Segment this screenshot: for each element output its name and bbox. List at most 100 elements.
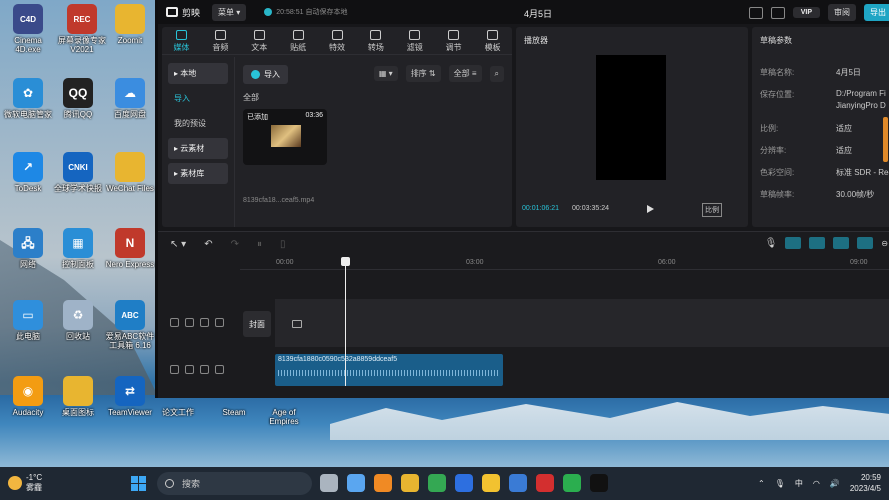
desktop-icon-label: 论文工作 bbox=[162, 408, 194, 417]
desktop-icon[interactable]: ⚙Steam bbox=[208, 408, 260, 417]
nav-local[interactable]: ▸ 本地 bbox=[168, 63, 228, 84]
preview-axis-icon[interactable] bbox=[833, 237, 850, 249]
review-button[interactable]: 审阅 bbox=[828, 4, 856, 21]
delete-icon[interactable]: ▯ bbox=[280, 239, 286, 250]
volume-icon[interactable]: 🔊 bbox=[830, 479, 840, 488]
folder-taskbar-icon[interactable] bbox=[401, 474, 419, 492]
lightbulb-icon[interactable] bbox=[347, 474, 365, 492]
desktop-icon[interactable]: C4D Cinema 4D.exe bbox=[2, 4, 54, 54]
layout-icon[interactable] bbox=[770, 6, 785, 19]
k-app-icon[interactable] bbox=[455, 474, 473, 492]
track-cover-icon[interactable] bbox=[170, 318, 179, 327]
undo-icon[interactable]: ↶ bbox=[204, 239, 212, 250]
audio-clip[interactable]: 8139cfa1880c0590c532a8859ddceaf5 bbox=[275, 354, 503, 386]
desktop-icon[interactable]: REC 屏幕录像专家 V2021 bbox=[56, 4, 108, 54]
desktop-icon[interactable]: 🖧 网络 bbox=[2, 228, 54, 269]
chevron-up-icon[interactable]: ⌃ bbox=[758, 479, 765, 488]
search-icon[interactable]: ⌕ bbox=[489, 65, 504, 82]
preview-screen[interactable] bbox=[596, 55, 666, 180]
menu-button[interactable]: 菜单 ▾ bbox=[212, 3, 247, 21]
desktop-icon[interactable]: ◉ Audacity bbox=[2, 376, 54, 417]
desktop-icon[interactable]: ▭ 此电脑 bbox=[2, 300, 54, 341]
desktop-icon[interactable]: WeChat Files bbox=[104, 152, 156, 193]
tool-text[interactable]: 文本 bbox=[240, 27, 279, 53]
wechat-icon[interactable] bbox=[563, 474, 581, 492]
audio-link-icon[interactable] bbox=[857, 237, 874, 249]
nav-import[interactable]: 导入 bbox=[168, 88, 228, 109]
desktop-icon[interactable]: ✿ 微软电脑管家 bbox=[2, 78, 54, 119]
taskbar-search[interactable]: 搜索 bbox=[157, 472, 312, 495]
desktop-icon[interactable]: ▦ 控制面板 bbox=[52, 228, 104, 269]
split-icon[interactable]: ⏸ bbox=[257, 239, 262, 250]
params-scrollbar[interactable] bbox=[883, 117, 888, 162]
search-icon bbox=[165, 479, 174, 488]
export-button[interactable]: 导出 bbox=[864, 4, 889, 21]
lock-icon[interactable] bbox=[185, 365, 194, 374]
weather-widget[interactable]: -1°C 雾霾 bbox=[8, 473, 42, 493]
eye-icon[interactable] bbox=[200, 365, 209, 374]
desktop-icon[interactable]: Zoomit bbox=[104, 4, 156, 45]
file-explorer-icon[interactable] bbox=[320, 474, 338, 492]
audio-track-icon[interactable] bbox=[170, 365, 179, 374]
desktop-icon[interactable]: ♻ 回收站 bbox=[52, 300, 104, 341]
desktop-icon[interactable]: CNKI 全球学术快报 bbox=[52, 152, 104, 193]
nav-library[interactable]: ▸ 素材库 bbox=[168, 163, 228, 184]
desktop-icon[interactable]: ↗ ToDesk bbox=[2, 152, 54, 193]
media-sidebar: ▸ 本地 导入 我的预设 ▸ 云素材 ▸ 素材库 bbox=[168, 63, 228, 188]
windows-start-icon[interactable] bbox=[131, 476, 146, 491]
nav-cloud[interactable]: ▸ 云素材 bbox=[168, 138, 228, 159]
nav-presets[interactable]: 我的预设 bbox=[168, 113, 228, 134]
desktop-icon[interactable]: ABC 爱易ABC软件工具箱 6.16 bbox=[104, 300, 156, 350]
playhead[interactable] bbox=[341, 257, 350, 386]
zoom-out-icon[interactable]: ⊖ bbox=[881, 239, 888, 248]
speaker-icon[interactable] bbox=[215, 318, 224, 327]
select-cursor-icon[interactable]: ↖ ▾ bbox=[170, 239, 186, 250]
tool-effects[interactable]: 特效 bbox=[318, 27, 357, 53]
record-icon[interactable] bbox=[536, 474, 554, 492]
ratio-button[interactable]: 比例 bbox=[702, 203, 722, 217]
microphone-icon[interactable]: 🎙 bbox=[765, 238, 778, 249]
ime-indicator[interactable]: 中 bbox=[795, 478, 803, 489]
microphone-tray-icon[interactable]: 🎙 bbox=[775, 479, 785, 488]
capcut-icon[interactable] bbox=[590, 474, 608, 492]
tool-media[interactable]: 媒体 bbox=[162, 27, 201, 53]
tool-filter[interactable]: 滤镜 bbox=[395, 27, 434, 53]
desktop-icon[interactable]: ⚔Age of Empires bbox=[258, 408, 310, 426]
chrome-icon[interactable] bbox=[428, 474, 446, 492]
main-video-track[interactable] bbox=[275, 299, 889, 347]
wifi-icon[interactable]: ◠ bbox=[813, 479, 820, 488]
tool-adjust[interactable]: 调节 bbox=[434, 27, 473, 53]
cover-button[interactable]: 封面 bbox=[243, 311, 271, 337]
desktop-icon[interactable]: 论文工作 bbox=[152, 408, 204, 417]
import-button[interactable]: 导入 bbox=[243, 65, 288, 84]
desktop-icon[interactable]: 桌面图标 bbox=[52, 376, 104, 417]
redo-icon[interactable]: ↷ bbox=[231, 239, 239, 250]
vip-button[interactable]: VIP bbox=[792, 7, 820, 18]
tool-audio[interactable]: 音频 bbox=[201, 27, 240, 53]
time-ruler[interactable]: 00:00 03:00 06:00 09:00 bbox=[240, 258, 889, 270]
tool-template[interactable]: 模板 bbox=[473, 27, 512, 53]
play-icon[interactable] bbox=[647, 205, 654, 213]
sticky-notes-icon[interactable] bbox=[482, 474, 500, 492]
tool-sticker[interactable]: 贴纸 bbox=[279, 27, 318, 53]
desktop-icon[interactable]: N Nero Express bbox=[104, 228, 156, 269]
app-store-icon[interactable] bbox=[509, 474, 527, 492]
magnet-snap-icon[interactable] bbox=[785, 237, 802, 249]
tool-transition[interactable]: 转场 bbox=[356, 27, 395, 53]
desktop-icon[interactable]: ⇄ TeamViewer bbox=[104, 376, 156, 417]
speaker-icon[interactable] bbox=[215, 365, 224, 374]
clock[interactable]: 20:59 2023/4/5 bbox=[850, 472, 881, 494]
lock-icon[interactable] bbox=[185, 318, 194, 327]
view-grid-button[interactable]: ▦ ▾ bbox=[373, 66, 398, 81]
link-icon[interactable] bbox=[809, 237, 826, 249]
sort-button[interactable]: 排序 ⇅ bbox=[405, 65, 441, 82]
search-app-icon[interactable] bbox=[374, 474, 392, 492]
desktop-icon-label: WeChat Files bbox=[106, 184, 154, 193]
player-panel: 播放器 00:01:06:21 00:03:35:24 比例 bbox=[516, 27, 748, 227]
desktop-icon[interactable]: ☁ 百度网盘 bbox=[104, 78, 156, 119]
keyboard-shortcuts-icon[interactable] bbox=[748, 6, 763, 19]
eye-icon[interactable] bbox=[200, 318, 209, 327]
filter-button[interactable]: 全部 ≡ bbox=[448, 65, 482, 82]
media-clip-thumbnail[interactable]: 已添加 03:36 bbox=[243, 109, 327, 165]
desktop-icon[interactable]: QQ 腾讯QQ bbox=[52, 78, 104, 119]
